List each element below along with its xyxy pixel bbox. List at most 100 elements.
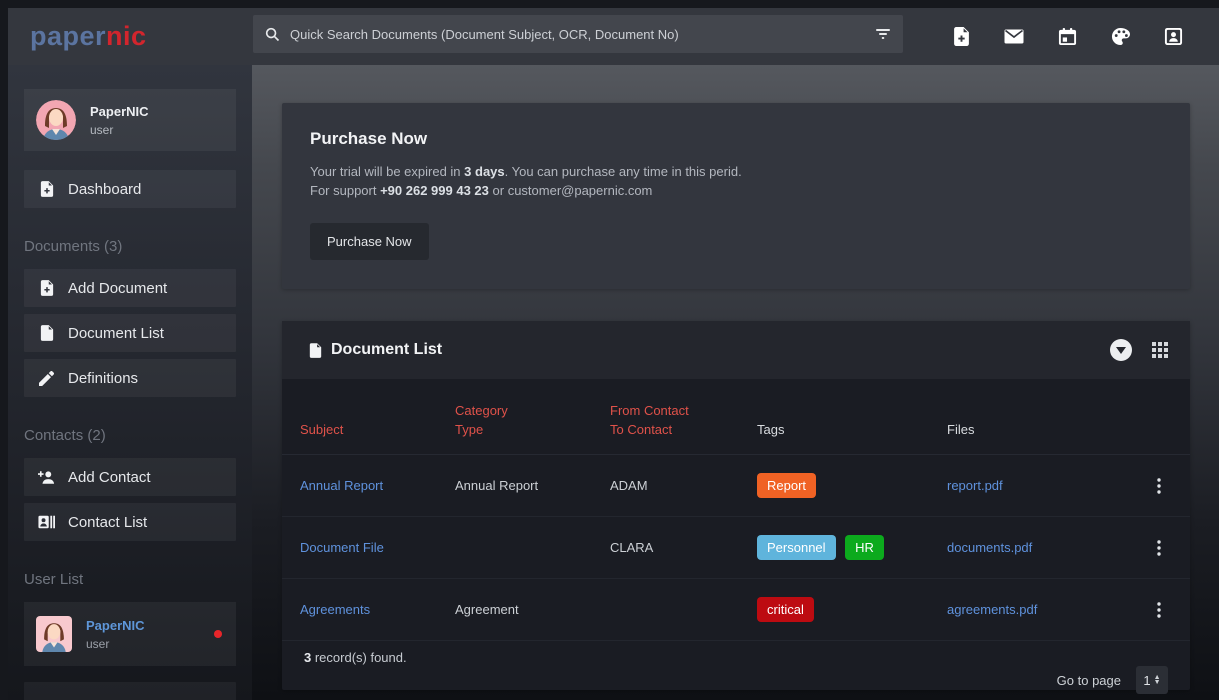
add-document-icon[interactable] — [953, 27, 970, 46]
table-row: Document File CLARA Personnel HR documen… — [282, 517, 1190, 579]
calendar-icon[interactable] — [1058, 27, 1077, 46]
sidebar-item-label: Contact List — [68, 514, 147, 531]
dashboard-icon — [38, 181, 55, 197]
subject-link[interactable]: Agreements — [300, 602, 370, 617]
person-plus-icon — [38, 470, 55, 485]
row-menu-icon[interactable] — [1153, 536, 1165, 560]
profile-role: user — [90, 123, 149, 137]
purchase-now-button[interactable]: Purchase Now — [310, 223, 429, 260]
file-link[interactable]: documents.pdf — [947, 540, 1032, 555]
sidebar-item-label: Definitions — [68, 370, 138, 387]
record-count-text: record(s) found. — [311, 650, 406, 665]
table-footer: 3 record(s) found. Go to page 1 ▲▼ — [282, 641, 1190, 694]
table-row: Annual Report Annual Report ADAM Report … — [282, 455, 1190, 517]
sidebar-item-definitions[interactable]: Definitions — [24, 359, 236, 397]
table-header-row: Subject Category Type From Contact To Co… — [282, 379, 1190, 455]
record-count: 3 record(s) found. — [304, 650, 1168, 665]
trial-text-suffix: . You can purchase any time in this peri… — [505, 164, 742, 179]
support-text: For support — [310, 183, 380, 198]
column-subject[interactable]: Subject — [300, 420, 455, 439]
column-type: Type — [455, 420, 610, 439]
tag-badge: HR — [845, 535, 884, 560]
filter-icon[interactable] — [875, 27, 891, 41]
search-icon — [265, 27, 280, 42]
sidebar: PaperNIC user Dashboard Documents (3) Ad… — [8, 65, 252, 700]
sidebar-item-label: Add Document — [68, 280, 167, 297]
purchase-banner: Purchase Now Your trial will be expired … — [282, 103, 1190, 289]
sidebar-item-contact-list[interactable]: Contact List — [24, 503, 236, 541]
column-to-contact: To Contact — [610, 420, 757, 439]
sidebar-item-label: Add Contact — [68, 469, 151, 486]
tag-badge: Personnel — [757, 535, 836, 560]
row-menu-icon[interactable] — [1153, 598, 1165, 622]
column-from-contact: From Contact — [610, 401, 757, 420]
sidebar-section-documents: Documents (3) — [24, 238, 236, 255]
profile-name: PaperNIC — [90, 104, 149, 119]
brand-logo-part2: nic — [106, 21, 147, 51]
column-category-type[interactable]: Category Type — [455, 401, 610, 439]
profile-avatar — [36, 100, 76, 140]
subject-link[interactable]: Document File — [300, 540, 384, 555]
sidebar-item-document-list[interactable]: Document List — [24, 314, 236, 352]
file-icon — [38, 325, 55, 341]
user-role: user — [86, 637, 145, 651]
sidebar-item-partial[interactable] — [24, 682, 236, 700]
account-card-icon[interactable] — [1164, 27, 1183, 46]
file-plus-icon — [38, 280, 55, 296]
status-dot — [214, 630, 222, 638]
topbar-actions — [953, 8, 1183, 65]
column-contact[interactable]: From Contact To Contact — [610, 401, 757, 439]
contact-cell: ADAM — [610, 478, 757, 493]
column-files: Files — [947, 420, 1127, 439]
sidebar-item-label: Dashboard — [68, 181, 141, 198]
user-name: PaperNIC — [86, 618, 145, 633]
table-row: Agreements Agreement critical agreements… — [282, 579, 1190, 641]
document-list-title: Document List — [331, 341, 442, 359]
contact-card-icon — [38, 515, 55, 529]
tag-badge: critical — [757, 597, 814, 622]
user-avatar — [36, 616, 72, 652]
sidebar-item-dashboard[interactable]: Dashboard — [24, 170, 236, 208]
document-list-actions — [1110, 339, 1168, 361]
file-link[interactable]: agreements.pdf — [947, 602, 1037, 617]
trial-text: Your trial will be expired in — [310, 164, 464, 179]
document-list-card: Document List Subject Category Type From… — [282, 321, 1190, 690]
trial-days: 3 days — [464, 164, 504, 179]
pencil-icon — [38, 371, 55, 386]
brand-logo-part1: paper — [30, 21, 106, 51]
page-spinner-icon[interactable]: ▲▼ — [1154, 675, 1161, 685]
main-content: Purchase Now Your trial will be expired … — [252, 65, 1219, 700]
support-email: or customer@papernic.com — [489, 183, 652, 198]
sidebar-item-add-document[interactable]: Add Document — [24, 269, 236, 307]
goto-page-label: Go to page — [1057, 673, 1121, 688]
document-list-icon — [309, 343, 322, 358]
subject-link[interactable]: Annual Report — [300, 478, 383, 493]
user-list-item[interactable]: PaperNIC user — [24, 602, 236, 666]
page-number-input[interactable]: 1 ▲▼ — [1136, 666, 1168, 694]
sidebar-section-user-list: User List — [24, 571, 236, 588]
page-number-value: 1 — [1143, 673, 1150, 688]
tags-cell: Report — [757, 473, 947, 498]
collapse-icon[interactable] — [1110, 339, 1132, 361]
grid-view-icon[interactable] — [1152, 342, 1168, 358]
tag-badge: Report — [757, 473, 816, 498]
topbar: papernic — [8, 8, 1219, 65]
row-menu-icon[interactable] — [1153, 474, 1165, 498]
purchase-text: Your trial will be expired in 3 days. Yo… — [310, 162, 1162, 200]
tags-cell: critical — [757, 597, 947, 622]
document-list-header: Document List — [282, 321, 1190, 379]
pagination: Go to page 1 ▲▼ — [304, 666, 1168, 694]
sidebar-item-label: Document List — [68, 325, 164, 342]
sidebar-section-contacts: Contacts (2) — [24, 427, 236, 444]
quick-search-input[interactable] — [290, 27, 875, 42]
theme-palette-icon[interactable] — [1111, 27, 1130, 46]
tags-cell: Personnel HR — [757, 535, 947, 560]
mail-icon[interactable] — [1004, 29, 1024, 44]
category-cell: Agreement — [455, 602, 610, 617]
quick-search-box[interactable] — [253, 15, 903, 53]
brand-logo[interactable]: papernic — [30, 21, 147, 52]
sidebar-item-add-contact[interactable]: Add Contact — [24, 458, 236, 496]
profile-card[interactable]: PaperNIC user — [24, 89, 236, 151]
file-link[interactable]: report.pdf — [947, 478, 1003, 493]
column-category: Category — [455, 401, 610, 420]
